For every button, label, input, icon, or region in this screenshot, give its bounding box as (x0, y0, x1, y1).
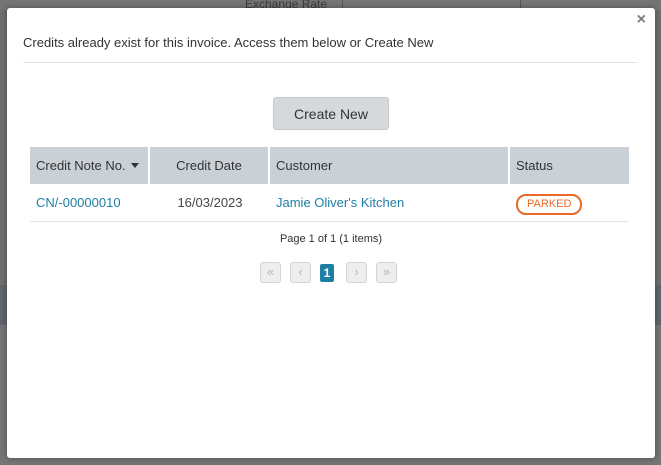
first-page-button[interactable]: « (260, 262, 281, 283)
column-header-credit-date[interactable]: Credit Date (150, 147, 270, 184)
last-page-button[interactable]: » (376, 262, 397, 283)
column-header-label: Credit Note No. (36, 158, 126, 173)
column-header-status[interactable]: Status (510, 147, 629, 184)
pager-info: Page 1 of 1 (1 items) (279, 233, 383, 245)
sort-down-icon[interactable] (130, 163, 139, 169)
table-row: CN/-00000010 16/03/2023 Jamie Oliver's K… (30, 184, 629, 222)
grid-header: Credit Note No. Credit Date Customer Sta… (30, 147, 629, 184)
next-page-button[interactable]: › (346, 262, 367, 283)
close-icon[interactable]: × (637, 11, 646, 29)
cell-credit-date: 16/03/2023 (177, 195, 243, 210)
column-header-credit-note-no[interactable]: Credit Note No. (30, 147, 150, 184)
credits-grid: Credit Note No. Credit Date Customer Sta… (30, 147, 629, 222)
customer-link[interactable]: Jamie Oliver's Kitchen (276, 195, 404, 210)
cell-customer: Jamie Oliver's Kitchen (270, 184, 510, 221)
modal-divider (23, 62, 637, 63)
modal-message: Credits already exist for this invoice. … (23, 35, 434, 50)
create-new-button[interactable]: Create New (273, 97, 389, 130)
pagination: « ‹ 1 › » (260, 262, 406, 283)
cell-status: PARKED (510, 184, 629, 221)
cell-credit-note-no: CN/-00000010 (30, 184, 150, 221)
column-header-customer[interactable]: Customer (270, 147, 510, 184)
credits-modal: × Credits already exist for this invoice… (7, 8, 655, 458)
credit-note-link[interactable]: CN/-00000010 (36, 195, 121, 210)
previous-page-button[interactable]: ‹ (290, 262, 311, 283)
status-badge: PARKED (516, 194, 583, 216)
current-page-button[interactable]: 1 (320, 264, 334, 282)
